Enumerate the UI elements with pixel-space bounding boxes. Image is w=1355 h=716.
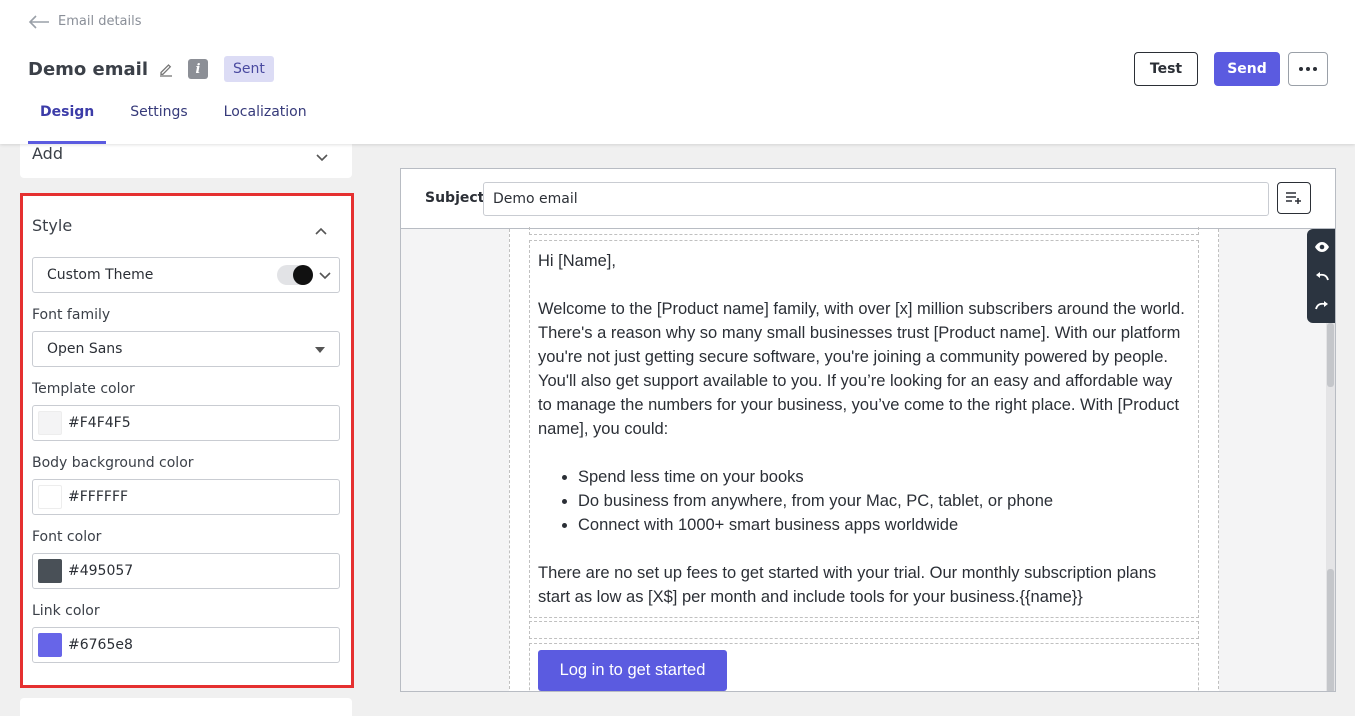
subject-input[interactable]: Demo email	[483, 182, 1269, 216]
email-editor: Subject Demo email Hi [Name], Welcome to…	[400, 168, 1336, 692]
add-section-label: Add	[32, 144, 63, 163]
font-family-value: Open Sans	[47, 341, 123, 357]
subject-bar: Subject Demo email	[401, 169, 1335, 229]
body-background-color-field[interactable]: #FFFFFF	[32, 479, 340, 515]
caret-down-icon	[315, 347, 325, 353]
tab-bar: Design Settings Localization	[28, 100, 319, 144]
chevron-down-icon[interactable]	[319, 268, 331, 284]
chevron-down-icon[interactable]	[316, 147, 328, 166]
link-color-swatch[interactable]	[38, 633, 62, 657]
email-canvas: Hi [Name], Welcome to the [Product name]…	[509, 227, 1219, 691]
subject-label: Subject	[425, 190, 485, 206]
list-item: Spend less time on your books	[578, 465, 1190, 489]
chevron-up-icon[interactable]	[315, 220, 327, 239]
template-color-label: Template color	[32, 381, 135, 397]
link-color-field[interactable]: #6765e8	[32, 627, 340, 663]
bullet-list: Spend less time on your books Do busines…	[538, 465, 1190, 537]
font-color-value: #495057	[68, 563, 134, 579]
eye-icon[interactable]	[1314, 241, 1330, 253]
list-item: Do business from anywhere, from your Mac…	[578, 489, 1190, 513]
template-color-value: #F4F4F5	[68, 415, 131, 431]
style-section-label: Style	[32, 216, 73, 235]
body-background-color-value: #FFFFFF	[68, 489, 129, 505]
send-button[interactable]: Send	[1214, 52, 1280, 86]
template-color-field[interactable]: #F4F4F5	[32, 405, 340, 441]
body-background-color-swatch[interactable]	[38, 485, 62, 509]
spacer-block[interactable]	[529, 621, 1199, 639]
style-section: Style Custom Theme Font family Open Sans…	[20, 193, 354, 688]
pencil-icon[interactable]	[158, 61, 174, 77]
status-badge: Sent	[224, 56, 274, 82]
arrow-left-icon	[28, 14, 49, 29]
scrollbar-thumb[interactable]	[1327, 323, 1334, 387]
more-options-button[interactable]	[1288, 52, 1328, 86]
greeting-text: Hi [Name],	[538, 252, 616, 270]
back-link-label: Email details	[58, 14, 142, 29]
font-family-select[interactable]: Open Sans	[32, 331, 340, 367]
page-header: Email details Demo email i Sent Test Sen…	[0, 0, 1355, 144]
body-background-color-label: Body background color	[32, 455, 194, 471]
ellipsis-icon	[1299, 67, 1317, 71]
redo-icon[interactable]	[1314, 299, 1330, 311]
back-link[interactable]: Email details	[28, 14, 142, 29]
test-button[interactable]: Test	[1134, 52, 1198, 86]
font-family-label: Font family	[32, 307, 111, 323]
collapsed-section-card	[20, 698, 352, 716]
scrollbar[interactable]	[1326, 323, 1335, 691]
theme-select[interactable]: Custom Theme	[32, 257, 340, 293]
body-paragraph: Welcome to the [Product name] family, wi…	[538, 300, 1185, 438]
tab-localization[interactable]: Localization	[212, 100, 319, 144]
theme-select-value: Custom Theme	[47, 267, 154, 283]
cta-button[interactable]: Log in to get started	[538, 650, 727, 691]
link-color-label: Link color	[32, 603, 100, 619]
page-title: Demo email	[28, 58, 148, 80]
undo-icon[interactable]	[1314, 270, 1330, 282]
editor-toolbar	[1307, 229, 1335, 323]
body-paragraph: There are no set up fees to get started …	[538, 564, 1157, 606]
scrollbar-thumb-lower[interactable]	[1327, 569, 1334, 691]
tab-design[interactable]: Design	[28, 100, 107, 144]
block-divider	[529, 227, 1199, 235]
list-add-icon	[1286, 192, 1301, 204]
font-color-swatch[interactable]	[38, 559, 62, 583]
font-color-field[interactable]: #495057	[32, 553, 340, 589]
theme-toggle[interactable]	[277, 265, 313, 285]
info-icon[interactable]: i	[188, 59, 208, 79]
link-color-value: #6765e8	[68, 637, 133, 653]
toggle-knob	[293, 265, 313, 285]
tab-settings[interactable]: Settings	[118, 100, 199, 144]
subject-input-value: Demo email	[493, 191, 578, 207]
font-color-label: Font color	[32, 529, 102, 545]
title-row: Demo email i Sent	[28, 56, 274, 82]
text-block[interactable]: Hi [Name], Welcome to the [Product name]…	[529, 240, 1199, 618]
template-color-swatch[interactable]	[38, 411, 62, 435]
insert-merge-tag-button[interactable]	[1277, 182, 1311, 214]
list-item: Connect with 1000+ smart business apps w…	[578, 513, 1190, 537]
